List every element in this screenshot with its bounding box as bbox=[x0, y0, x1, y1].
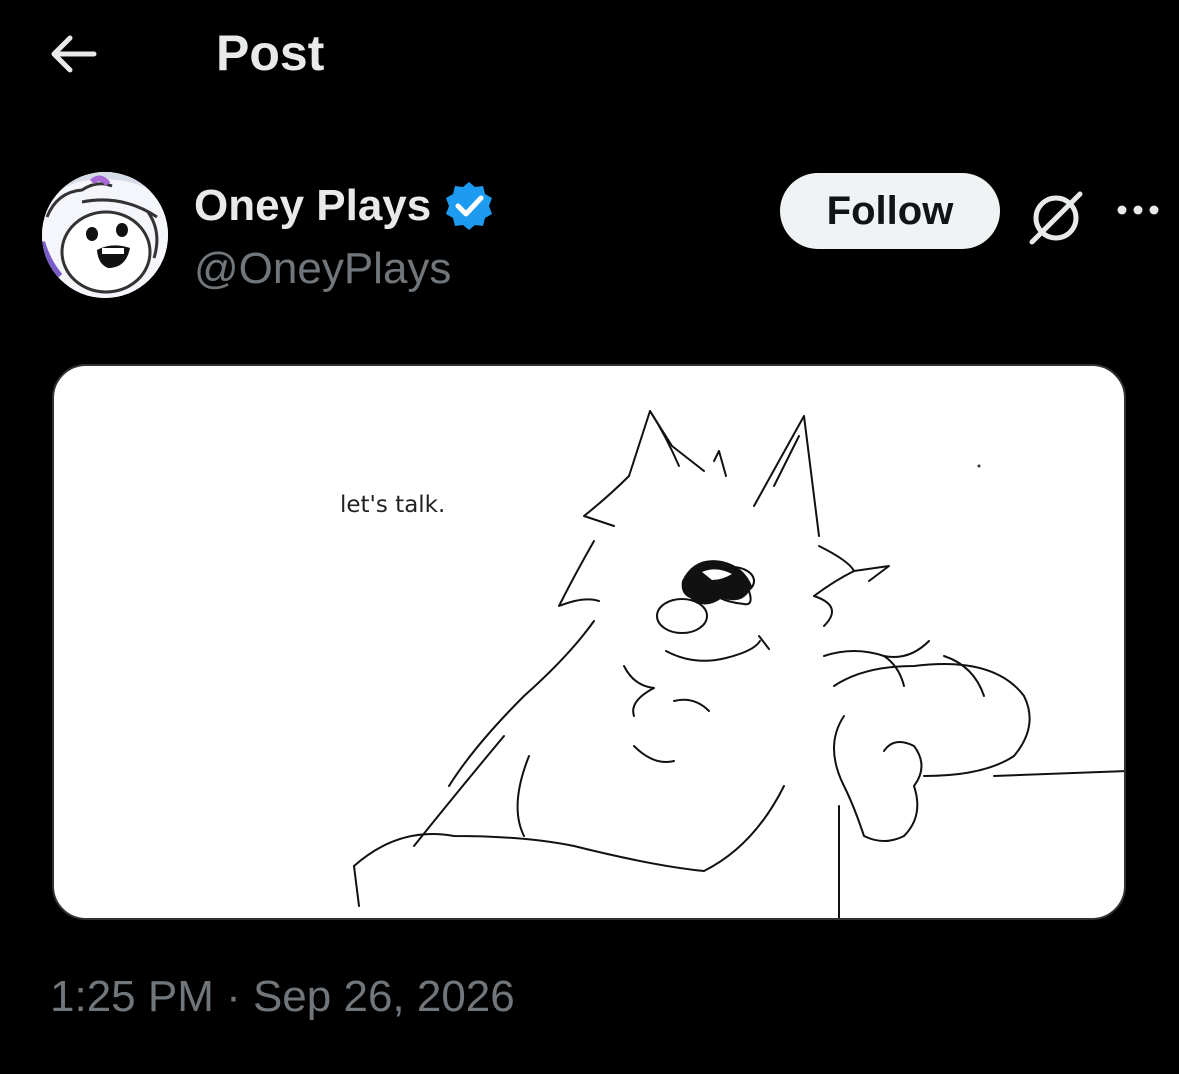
verified-badge-icon bbox=[446, 182, 493, 230]
image-caption-text: let's talk. bbox=[340, 492, 446, 518]
top-bar: Post bbox=[0, 0, 1179, 110]
more-options-button[interactable] bbox=[1112, 190, 1168, 230]
post-author: Oney Plays @OneyPlays Follow bbox=[0, 160, 1179, 320]
cat-drawing bbox=[353, 410, 1124, 918]
arrow-left-icon bbox=[51, 35, 97, 73]
grok-button[interactable] bbox=[1024, 184, 1088, 248]
name-row: Oney Plays bbox=[194, 180, 495, 232]
page-title: Post bbox=[216, 25, 325, 81]
author-handle[interactable]: @OneyPlays bbox=[194, 244, 451, 294]
post-image[interactable]: let's talk. bbox=[52, 364, 1126, 920]
grok-icon bbox=[1029, 191, 1083, 245]
back-button[interactable] bbox=[44, 30, 100, 78]
display-name[interactable]: Oney Plays bbox=[194, 181, 431, 231]
avatar-cartoon-face bbox=[42, 172, 168, 298]
more-horizontal-icon bbox=[1117, 205, 1159, 215]
follow-button[interactable]: Follow bbox=[780, 173, 1000, 249]
avatar[interactable] bbox=[42, 172, 168, 298]
post-timestamp[interactable]: 1:25 PM · Sep 26, 2026 bbox=[50, 972, 515, 1022]
